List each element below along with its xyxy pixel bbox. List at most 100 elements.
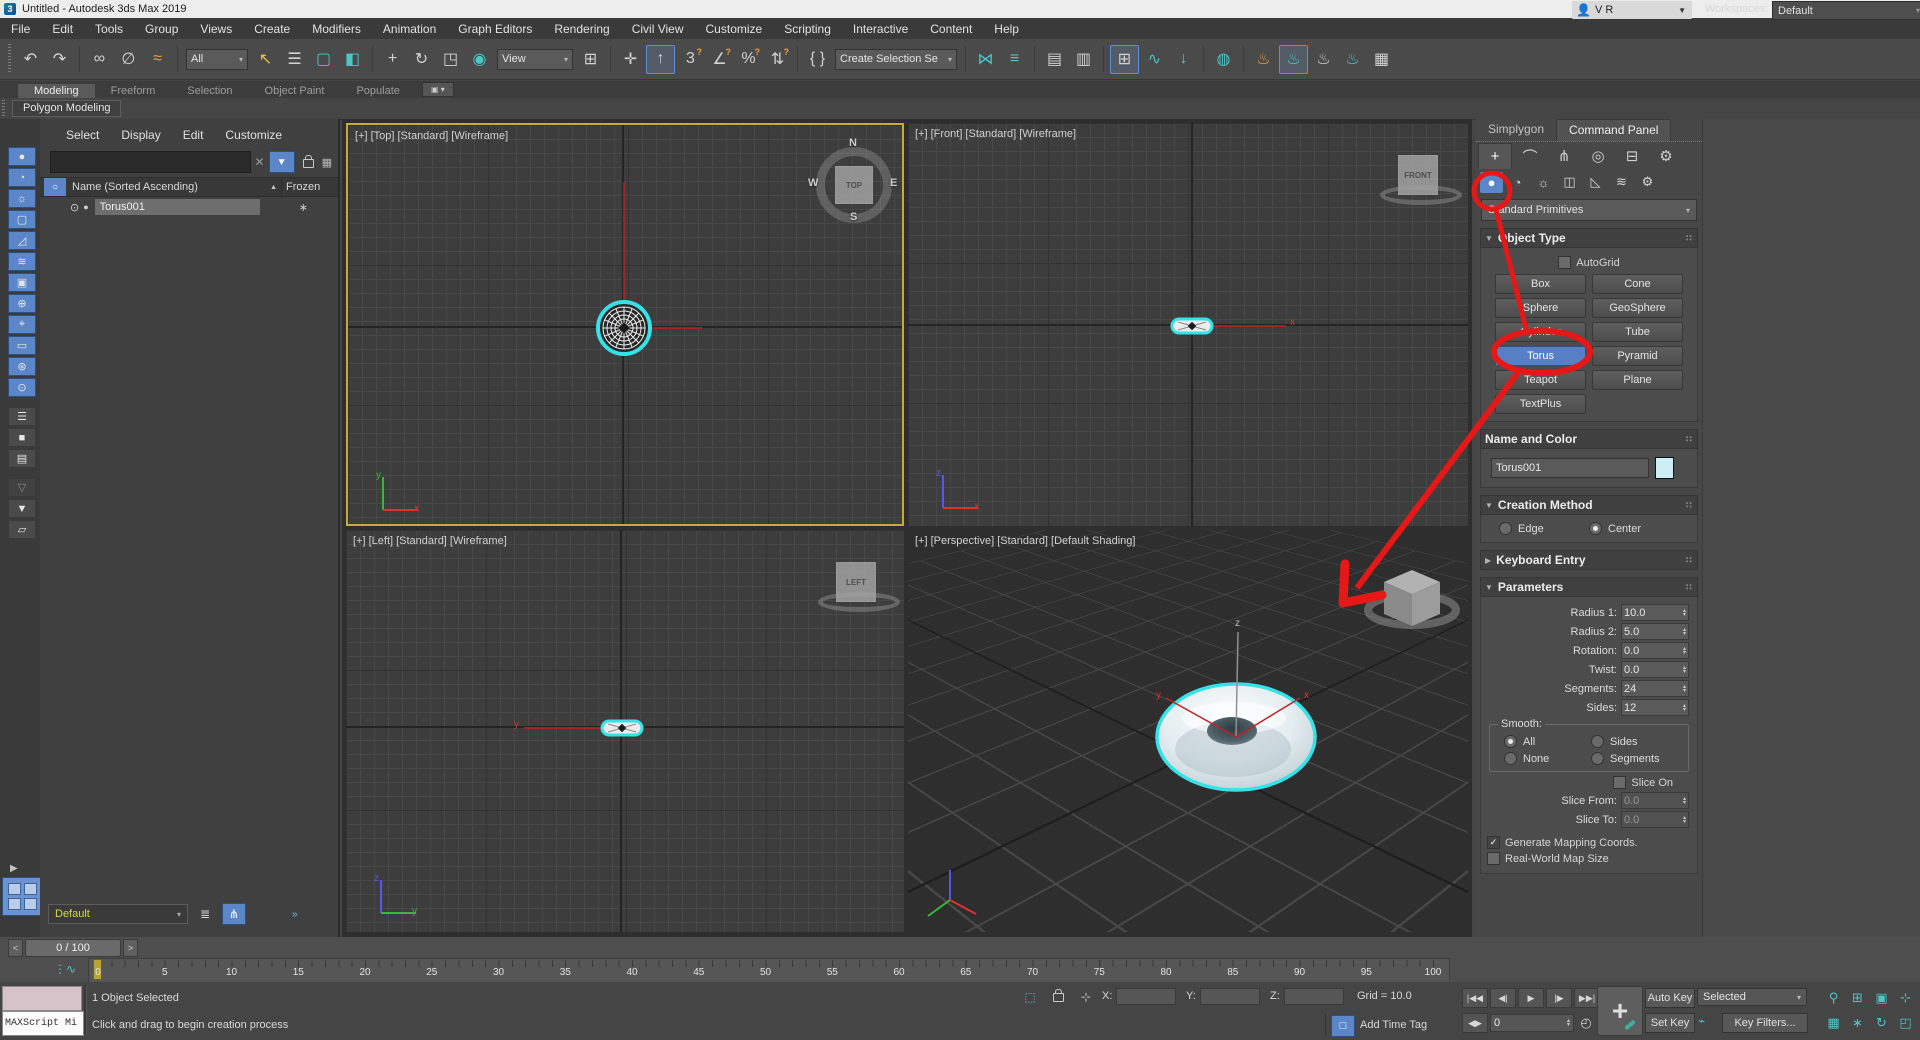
filter-helpers-icon[interactable]: ◿ xyxy=(8,231,36,250)
param-field-sides[interactable]: 12▴▾ xyxy=(1621,699,1689,716)
search-input[interactable] xyxy=(50,151,251,173)
edit-named-selection-sets-icon[interactable]: { } xyxy=(804,46,831,73)
y-coordinate-field[interactable] xyxy=(1200,988,1260,1005)
select-and-manipulate-icon[interactable]: ✛ xyxy=(617,46,644,73)
mini-curve-editor-icon[interactable]: ⋮∿ xyxy=(48,959,82,979)
cone-button[interactable]: Cone xyxy=(1592,274,1683,294)
motion-tab-icon[interactable]: ◎ xyxy=(1582,144,1614,169)
tab-polygon-modeling[interactable]: Polygon Modeling xyxy=(12,100,121,117)
lights-category-icon[interactable]: ☼ xyxy=(1532,172,1555,193)
object-name-input[interactable] xyxy=(1491,458,1649,478)
folder-icon[interactable]: ▱ xyxy=(8,520,36,539)
filter-cameras-icon[interactable]: ▢ xyxy=(8,210,36,229)
spinner[interactable]: ▴▾ xyxy=(1683,704,1686,712)
menu-item-edit[interactable]: Edit xyxy=(41,19,84,39)
name-column-header[interactable]: Name (Sorted Ascending) ▲ xyxy=(66,178,282,196)
ribbon-drag-handle[interactable] xyxy=(2,100,5,116)
clear-search-icon[interactable]: ✕ xyxy=(255,155,265,169)
current-frame-field[interactable]: 0 ▴▾ xyxy=(1490,1014,1574,1032)
rectangular-selection-region-icon[interactable]: ▢ xyxy=(310,46,337,73)
cameras-category-icon[interactable]: ◫ xyxy=(1558,172,1581,193)
explorer-menu-edit[interactable]: Edit xyxy=(173,125,214,145)
hierarchy-view-icon[interactable]: ⋔ xyxy=(222,903,246,925)
maximize-viewport-icon[interactable]: ◰ xyxy=(1894,1011,1917,1035)
viewport-perspective-label[interactable]: [+] [Perspective] [Standard] [Default Sh… xyxy=(915,535,1135,547)
spinner-snap-icon[interactable]: ⇅? xyxy=(764,46,791,73)
macro-recorder-field[interactable] xyxy=(2,986,82,1011)
menu-item-content[interactable]: Content xyxy=(919,19,983,39)
percent-snap-icon[interactable]: %? xyxy=(735,46,762,73)
zoom-extents-icon[interactable]: ▣ xyxy=(1870,986,1893,1010)
tube-button[interactable]: Tube xyxy=(1592,322,1683,342)
menu-item-modifiers[interactable]: Modifiers xyxy=(301,19,372,39)
zoom-extents-all-icon[interactable]: ⊹ xyxy=(1894,986,1917,1010)
keyboard-entry-header[interactable]: ▶ Keyboard Entry ∷ xyxy=(1480,550,1698,570)
filter-button[interactable]: ▼ xyxy=(269,151,295,173)
name-color-header[interactable]: Name and Color ∷ xyxy=(1480,429,1698,449)
previous-frame-button[interactable]: ◀| xyxy=(1490,988,1516,1008)
undo-icon[interactable]: ↶ xyxy=(17,46,44,73)
tab-freeform[interactable]: Freeform xyxy=(95,84,172,98)
pyramid-button[interactable]: Pyramid xyxy=(1592,346,1683,366)
material-editor-icon[interactable]: ◍ xyxy=(1210,46,1237,73)
spinner[interactable]: ▴▾ xyxy=(1683,685,1686,693)
filter-visibility-icon[interactable]: ⊙ xyxy=(8,378,36,397)
smooth-segments[interactable]: Segments xyxy=(1591,752,1674,765)
user-account-dropdown[interactable]: 👤 V R ▼ xyxy=(1572,1,1692,19)
z-coordinate-field[interactable] xyxy=(1284,988,1344,1005)
autogrid-checkbox[interactable] xyxy=(1558,256,1571,269)
select-and-scale-icon[interactable]: ◳ xyxy=(437,46,464,73)
param-field-slice-from[interactable]: 0.0▴▾ xyxy=(1621,792,1689,809)
menu-item-group[interactable]: Group xyxy=(134,19,189,39)
pan-icon[interactable]: ∗ xyxy=(1846,1011,1869,1035)
spinner[interactable]: ▴▾ xyxy=(1683,647,1686,655)
redo-icon[interactable]: ↷ xyxy=(46,46,73,73)
play-button[interactable]: ▶ xyxy=(1518,988,1544,1008)
textplus-button[interactable]: TextPlus xyxy=(1495,394,1586,414)
blank-filter-icon[interactable]: ■ xyxy=(8,428,36,447)
tab-selection[interactable]: Selection xyxy=(171,84,248,98)
param-field-twist[interactable]: 0.0▴▾ xyxy=(1621,661,1689,678)
menu-item-animation[interactable]: Animation xyxy=(372,19,447,39)
frame-back-button[interactable]: < xyxy=(8,939,23,957)
shapes-category-icon[interactable]: ◔ xyxy=(1506,172,1529,193)
generate-mapping-checkbox[interactable]: ✓ xyxy=(1487,836,1500,849)
helpers-category-icon[interactable]: ◺ xyxy=(1584,172,1607,193)
spinner[interactable]: ▴▾ xyxy=(1683,797,1686,805)
toolbar-drag-handle[interactable] xyxy=(8,44,11,74)
menu-item-civil-view[interactable]: Civil View xyxy=(621,19,695,39)
menu-item-interactive[interactable]: Interactive xyxy=(842,19,919,39)
filter-funnel-icon[interactable]: ▼ xyxy=(8,499,36,518)
explorer-workspace-dropdown[interactable]: Default ▾ xyxy=(48,904,188,924)
lock-icon[interactable] xyxy=(303,159,314,168)
render-in-cloud-icon[interactable]: ♨ xyxy=(1339,46,1366,73)
explorer-menu-customize[interactable]: Customize xyxy=(215,125,292,145)
creation-method-header[interactable]: ▼ Creation Method ∷ xyxy=(1480,495,1698,515)
unlink-selection-icon[interactable]: ∅ xyxy=(115,46,142,73)
sphere-button[interactable]: Sphere xyxy=(1495,298,1586,318)
time-slider[interactable]: 0 / 100 xyxy=(25,939,121,957)
key-filter-set-dropdown[interactable]: Selected ▾ xyxy=(1697,988,1807,1006)
mirror-icon[interactable]: ⋈ xyxy=(972,46,999,73)
filter-geometry-icon[interactable]: ● xyxy=(8,147,36,166)
box-button[interactable]: Box xyxy=(1495,274,1586,294)
systems-category-icon[interactable]: ⚙ xyxy=(1636,172,1659,193)
filter-materials-icon[interactable]: ▣ xyxy=(8,273,36,292)
maxscript-mini-listener[interactable]: MAXScript Mi xyxy=(2,1011,84,1036)
filter-frozen-icon[interactable]: ▭ xyxy=(8,336,36,355)
schematic-view-icon[interactable]: ↓ xyxy=(1170,46,1197,73)
viewcube-left-face[interactable]: LEFT xyxy=(836,562,876,602)
time-configuration-icon[interactable]: ◴ xyxy=(1576,1014,1596,1032)
key-filters-button[interactable]: Key Filters... xyxy=(1722,1013,1808,1033)
render-setup-icon[interactable]: ♨ xyxy=(1250,46,1277,73)
tab-object-paint[interactable]: Object Paint xyxy=(249,84,341,98)
select-and-place-icon[interactable]: ◉ xyxy=(466,46,493,73)
viewcube-left[interactable]: LEFT xyxy=(824,558,894,618)
panel-expand-arrow[interactable]: ▶ xyxy=(10,863,18,874)
rollout-grip-icon[interactable]: ∷ xyxy=(1686,555,1693,566)
spinner[interactable]: ▴▾ xyxy=(1683,666,1686,674)
zoom-all-icon[interactable]: ⊞ xyxy=(1846,986,1869,1010)
next-frame-button[interactable]: |▶ xyxy=(1546,988,1572,1008)
spinner[interactable]: ▴▾ xyxy=(1683,628,1686,636)
curve-editor-icon[interactable]: ∿ xyxy=(1141,46,1168,73)
